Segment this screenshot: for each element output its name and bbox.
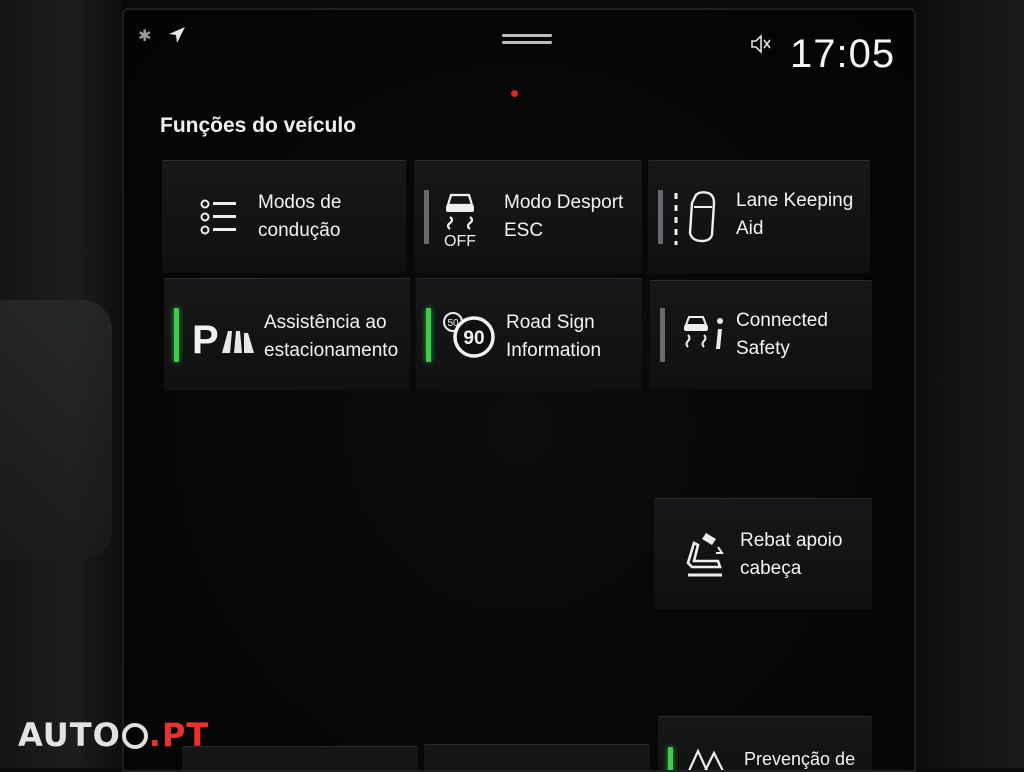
muted-speaker-icon[interactable] [750, 34, 772, 54]
speed-sign-text: 90 [463, 328, 484, 349]
status-indicator [424, 190, 429, 244]
tile-connected-safety[interactable]: Connected Safety [650, 280, 872, 389]
tile-label: Lane Keeping Aid [736, 190, 854, 239]
speed-sign-icon: 50 90 [443, 312, 495, 358]
drive-modes-list-icon [200, 199, 236, 235]
watermark-text: AUTO [18, 716, 121, 754]
tile-label: Assistência ao estacionamento [264, 312, 399, 361]
tile-prevention[interactable]: Prevenção de [658, 716, 872, 770]
park-assist-letter: P [192, 318, 219, 357]
esc-off-icon: OFF [444, 193, 476, 247]
tile-label: Modos de condução [258, 192, 342, 241]
tile-headrest-fold[interactable]: Rebat apoio cabeça [654, 498, 872, 609]
tile-lane-keeping[interactable]: Lane Keeping Aid [648, 160, 870, 273]
park-assist-icon: P [192, 318, 254, 357]
bluetooth-icon: ✱ [138, 28, 152, 45]
steering-wheel-icon [121, 723, 148, 749]
status-indicator [174, 308, 179, 362]
status-bar: ✱ 17:05 [124, 10, 914, 80]
tile-label: Rebat apoio cabeça [740, 530, 843, 579]
tile-bottom-1[interactable] [182, 746, 418, 770]
photo-right-surround [912, 0, 1024, 768]
watermark-domain: .PT [148, 716, 210, 754]
status-indicator [658, 190, 663, 244]
camera-indicator-dot [511, 90, 518, 97]
tile-park-assist[interactable]: P Assistência ao estacionamento [164, 278, 410, 391]
headrest-fold-icon [686, 533, 724, 577]
status-indicator [668, 747, 673, 770]
infotainment-screen: ✱ 17:05 Funções do veículo Modos de cond… [122, 8, 916, 772]
tile-road-sign-information[interactable]: 50 90 Road Sign Information [416, 278, 642, 391]
clock: 17:05 [790, 32, 896, 76]
page-title: Funções do veículo [160, 114, 357, 137]
esc-off-text: OFF [444, 233, 476, 247]
tile-label: Modo Desport ESC [504, 192, 624, 241]
status-indicator [660, 308, 665, 362]
tile-drive-modes[interactable]: Modos de condução [162, 160, 406, 273]
site-watermark-logo: AUTO .PT [18, 716, 209, 754]
air-vent [0, 300, 112, 560]
tile-label: Road Sign Information [506, 312, 602, 361]
navigation-arrow-icon [169, 27, 185, 43]
tile-esc-sport[interactable]: OFF Modo Desport ESC [414, 160, 642, 273]
connected-safety-icon [684, 316, 723, 349]
lane-keeping-icon [674, 191, 716, 245]
top-drawer-handle[interactable] [502, 34, 552, 48]
tile-label: Connected Safety [736, 310, 828, 359]
status-indicator [426, 308, 431, 362]
